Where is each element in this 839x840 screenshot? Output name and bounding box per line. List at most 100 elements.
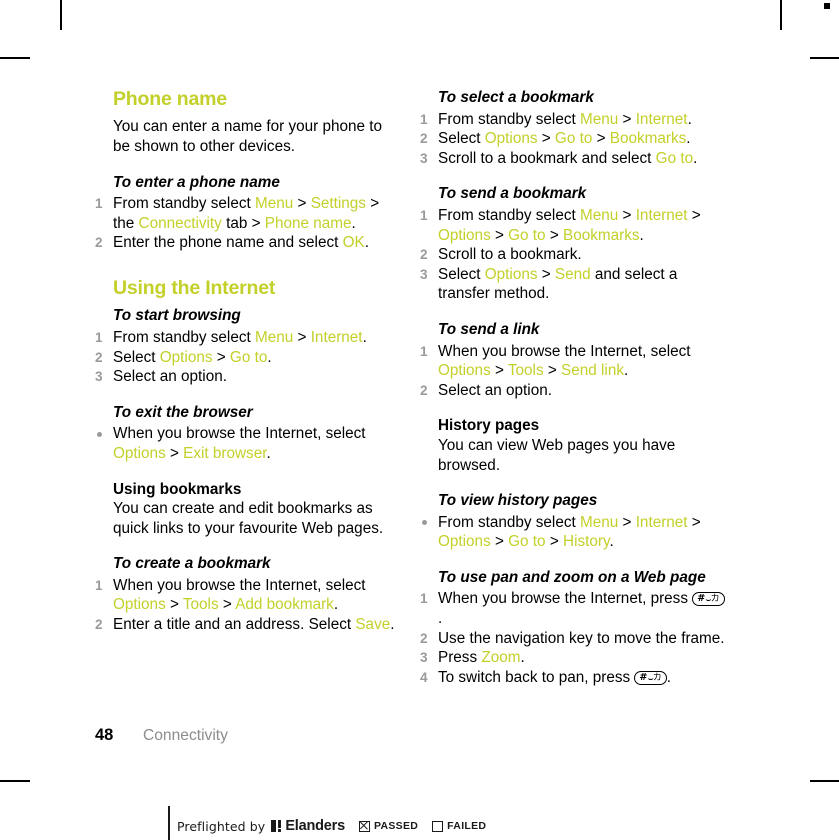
checkbox-unchecked-icon bbox=[432, 820, 444, 832]
step-text: > bbox=[543, 362, 562, 380]
menu-keyword: Connectivity bbox=[138, 214, 222, 232]
numbered-step: 2 Select an option. bbox=[420, 381, 725, 401]
using-bookmarks-text: You can create and edit bookmarks as qui… bbox=[113, 500, 384, 537]
step-text: . bbox=[351, 214, 356, 232]
menu-keyword: Internet bbox=[635, 110, 688, 128]
numbered-step: 1 When you browse the Internet, select Op… bbox=[95, 576, 400, 615]
menu-keyword: Bookmarks bbox=[609, 130, 687, 148]
step-number: 2 bbox=[420, 382, 428, 398]
step-text: > bbox=[537, 130, 555, 148]
step-text: To switch back to pan, press bbox=[438, 668, 635, 686]
menu-keyword: Zoom bbox=[481, 649, 521, 667]
step-text: Select an option. bbox=[113, 368, 227, 386]
step-number: 3 bbox=[420, 150, 428, 166]
steps-start-browsing: 1 From standby select Menu > Internet. 2 Se… bbox=[95, 328, 400, 387]
step-text: . bbox=[364, 234, 369, 252]
numbered-step: 1 From standby select Menu > Internet > O… bbox=[420, 206, 725, 245]
menu-keyword: Tools bbox=[507, 362, 544, 380]
step-number: 4 bbox=[420, 669, 428, 685]
step-text: > bbox=[293, 195, 311, 213]
menu-keyword: Add bookmark bbox=[235, 596, 334, 614]
numbered-step: 1 From standby select Menu > Settings > t… bbox=[95, 194, 400, 233]
task-title-select-bookmark: To select a bookmark bbox=[438, 89, 594, 106]
menu-keyword: Tools bbox=[182, 596, 219, 614]
step-text: Select bbox=[113, 348, 160, 366]
step-text: When you browse the Internet, select bbox=[113, 576, 366, 594]
numbered-step: 1 When you browse the Internet, select Op… bbox=[420, 342, 725, 381]
page-number: 48 bbox=[95, 726, 114, 744]
subheading-using-bookmarks: Using bookmarks bbox=[113, 480, 242, 498]
step-text: . bbox=[266, 444, 271, 462]
menu-keyword: Menu bbox=[579, 513, 619, 531]
bullets-view-history-pages: From standby select Menu > Internet > Op… bbox=[420, 513, 725, 552]
step-text: > bbox=[592, 130, 610, 148]
step-text: From standby select bbox=[438, 110, 580, 128]
menu-keyword: Go to bbox=[508, 226, 546, 244]
steps-select-bookmark: 1 From standby select Menu > Internet. 2 Se… bbox=[420, 110, 725, 169]
preflight-failed-label: FAILED bbox=[447, 820, 487, 832]
menu-keyword: Go to bbox=[655, 149, 694, 167]
menu-keyword: Menu bbox=[254, 328, 294, 346]
numbered-step: 2 Select Options > Go to. bbox=[95, 348, 400, 368]
numbered-step: 2 Scroll to a bookmark. bbox=[420, 245, 725, 265]
numbered-step: 1 From standby select Menu > Internet. bbox=[95, 328, 400, 348]
task-title-create-bookmark: To create a bookmark bbox=[113, 555, 271, 573]
menu-keyword: Menu bbox=[254, 195, 294, 213]
step-text: > bbox=[212, 348, 230, 366]
step-number: 3 bbox=[420, 650, 428, 666]
step-text: . bbox=[687, 110, 692, 128]
numbered-step: 3 Scroll to a bookmark and select Go to. bbox=[420, 149, 725, 169]
step-text: > bbox=[293, 328, 311, 346]
menu-keyword: Options bbox=[159, 348, 213, 366]
task-title-enter-phone-name: To enter a phone name bbox=[113, 173, 280, 191]
numbered-step: 3 Select an option. bbox=[95, 367, 400, 387]
bullet-dot-icon bbox=[97, 431, 102, 437]
step-text: . bbox=[438, 610, 443, 628]
step-text: From standby select bbox=[438, 513, 580, 531]
task-title-send-bookmark: To send a bookmark bbox=[438, 185, 587, 203]
step-text: . bbox=[520, 649, 525, 667]
bullets-exit-browser: When you browse the Internet, select Opt… bbox=[95, 424, 400, 463]
step-text: Select bbox=[438, 265, 485, 283]
step-number: 1 bbox=[95, 196, 103, 212]
preflight-divider bbox=[168, 806, 170, 840]
task-title-start-browsing: To start browsing bbox=[113, 307, 241, 325]
step-text: . bbox=[623, 362, 629, 380]
subheading-history-pages: History pages bbox=[438, 417, 540, 435]
bullet-step: From standby select Menu > Internet > Op… bbox=[420, 513, 725, 552]
numbered-step: 2 Use the navigation key to move the fram… bbox=[420, 629, 725, 649]
preflight-passed-state: PASSED bbox=[358, 820, 418, 832]
step-text: . bbox=[666, 668, 672, 686]
history-pages-text: You can view Web pages you have browsed. bbox=[438, 436, 676, 474]
menu-keyword: Options bbox=[484, 130, 538, 148]
step-number: 1 bbox=[420, 207, 428, 223]
menu-keyword: Options bbox=[438, 362, 491, 380]
step-number: 3 bbox=[95, 369, 103, 385]
step-text: > bbox=[490, 226, 509, 244]
task-title-send-link: To send a link bbox=[438, 320, 540, 338]
section-heading-using-the-internet: Using the Internet bbox=[113, 276, 276, 299]
step-text: From standby select bbox=[113, 195, 255, 213]
menu-keyword: Options bbox=[438, 226, 491, 244]
step-number: 1 bbox=[95, 329, 103, 345]
step-text: Select an option. bbox=[438, 381, 552, 399]
menu-keyword: Options bbox=[484, 265, 538, 283]
step-number: 2 bbox=[95, 617, 103, 633]
hash-key-icon: #⌣カ bbox=[634, 670, 667, 685]
steps-pan-and-zoom: 1 When you browse the Internet, press #⌣カ… bbox=[420, 589, 725, 687]
menu-keyword: Options bbox=[113, 444, 166, 462]
step-text: . bbox=[390, 616, 395, 634]
preflight-strip: Preflighted by Elanders PASSED FAILED bbox=[177, 812, 486, 840]
steps-send-link: 1 When you browse the Internet, select Op… bbox=[420, 342, 725, 401]
step-text: > bbox=[537, 265, 555, 283]
step-text: Press bbox=[438, 649, 482, 667]
step-text: > bbox=[618, 513, 636, 531]
step-text: > bbox=[218, 596, 236, 614]
step-text: > bbox=[545, 226, 564, 244]
step-number: 2 bbox=[95, 235, 103, 251]
preflight-label: Preflighted by bbox=[177, 818, 266, 834]
step-text: tab > bbox=[221, 214, 265, 232]
menu-keyword: Settings bbox=[310, 195, 366, 213]
step-text: . bbox=[639, 226, 644, 244]
step-text: > bbox=[490, 362, 508, 380]
